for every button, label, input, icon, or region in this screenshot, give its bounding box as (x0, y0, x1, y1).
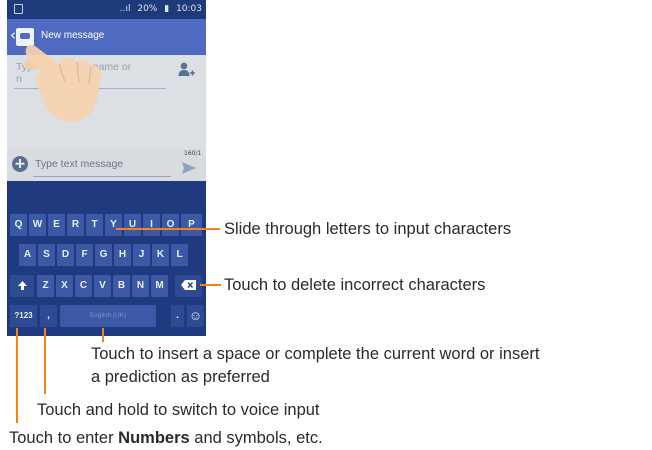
emoji-icon: ☺ (188, 308, 203, 323)
shift-key[interactable] (10, 275, 34, 297)
key-g[interactable]: G (95, 244, 112, 266)
callout-numbers: Touch to enter Numbers and symbols, etc. (9, 427, 323, 449)
battery-percent: 20% (137, 4, 158, 14)
attach-plus-icon[interactable]: + (12, 156, 28, 172)
key-x[interactable]: X (56, 275, 73, 297)
message-input-underline (33, 176, 171, 177)
key-h[interactable]: H (114, 244, 131, 266)
signal-icon: ‥ıl (119, 4, 131, 14)
space-key[interactable]: English (UK) (60, 305, 156, 327)
status-right: ‥ıl 20% ▮ 10:03 (115, 4, 202, 14)
key-k[interactable]: K (152, 244, 169, 266)
key-a[interactable]: A (19, 244, 36, 266)
key-b[interactable]: B (113, 275, 130, 297)
key-l[interactable]: L (171, 244, 188, 266)
space-connector-line (102, 328, 104, 342)
phone-screen: ‥ıl 20% ▮ 10:03 ‹ New message Type a per… (7, 0, 206, 336)
key-c[interactable]: C (75, 275, 92, 297)
notification-icon (14, 4, 23, 14)
key-o[interactable]: O (162, 214, 179, 236)
add-contact-icon[interactable] (177, 61, 195, 79)
send-icon[interactable] (181, 160, 197, 176)
message-content-area: Type a person's name or num... (7, 55, 206, 149)
callout-numbers-bold: Numbers (118, 429, 190, 447)
battery-icon: ▮ (164, 4, 170, 14)
delete-connector-line (200, 284, 221, 286)
delete-key[interactable] (175, 275, 202, 297)
key-m[interactable]: M (151, 275, 168, 297)
key-r[interactable]: R (67, 214, 84, 236)
key-y[interactable]: Y (105, 214, 122, 236)
callout-numbers-pre: Touch to enter (9, 429, 119, 447)
key-q[interactable]: Q (10, 214, 27, 236)
key-t[interactable]: T (86, 214, 103, 236)
key-i[interactable]: I (143, 214, 160, 236)
key-f[interactable]: F (76, 244, 93, 266)
key-j[interactable]: J (133, 244, 150, 266)
key-z[interactable]: Z (37, 275, 54, 297)
comma-voice-key[interactable]: , (40, 305, 57, 327)
callout-voice: Touch and hold to switch to voice input (37, 401, 320, 419)
callout-space-line1: Touch to insert a space or complete the … (91, 345, 540, 363)
callout-numbers-post: and symbols, etc. (189, 429, 323, 447)
status-bar: ‥ıl 20% ▮ 10:03 (7, 0, 206, 19)
app-bar: ‹ New message (7, 19, 206, 55)
recipient-input[interactable]: Type a person's name or num... (16, 61, 166, 85)
key-u[interactable]: U (124, 214, 141, 236)
symbols-key[interactable]: ?123 (10, 305, 37, 327)
key-w[interactable]: W (29, 214, 46, 236)
compose-bar: + Type text message 160/1 (7, 149, 206, 181)
key-n[interactable]: N (132, 275, 149, 297)
backspace-icon (181, 280, 196, 291)
callout-slide: Slide through letters to input character… (224, 220, 512, 238)
key-e[interactable]: E (48, 214, 65, 236)
shift-icon (17, 280, 27, 290)
character-counter: 160/1 (184, 150, 202, 157)
slide-connector-line (116, 228, 220, 230)
page-title: New message (41, 30, 105, 41)
callout-delete: Touch to delete incorrect characters (224, 276, 486, 294)
messaging-app-icon[interactable] (16, 28, 34, 46)
soft-keyboard: Q W E R T Y U I O P A S D F G H J K L Z … (7, 181, 206, 336)
callout-space-line2: a prediction as preferred (91, 368, 270, 386)
clock: 10:03 (176, 4, 202, 14)
key-v[interactable]: V (94, 275, 111, 297)
period-key[interactable]: . (171, 305, 184, 327)
emoji-key[interactable]: ☺ (187, 305, 204, 327)
key-p[interactable]: P (181, 214, 202, 236)
key-d[interactable]: D (57, 244, 74, 266)
voice-connector-line (44, 328, 46, 394)
recipient-underline (14, 88, 166, 89)
key-s[interactable]: S (38, 244, 55, 266)
numbers-connector-line (16, 328, 18, 423)
message-input[interactable]: Type text message (35, 158, 171, 172)
